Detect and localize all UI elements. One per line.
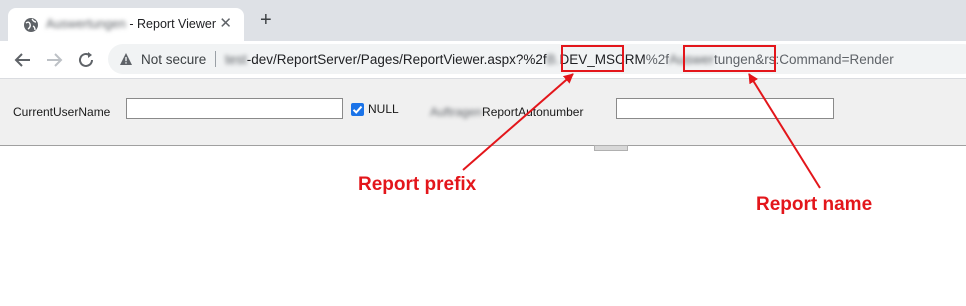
annotation-arrows <box>462 73 821 189</box>
report-name-label: Report name <box>756 194 873 215</box>
report-prefix-label: Report prefix <box>358 174 477 195</box>
name-arrow <box>748 73 821 189</box>
prefix-arrow <box>462 73 574 171</box>
